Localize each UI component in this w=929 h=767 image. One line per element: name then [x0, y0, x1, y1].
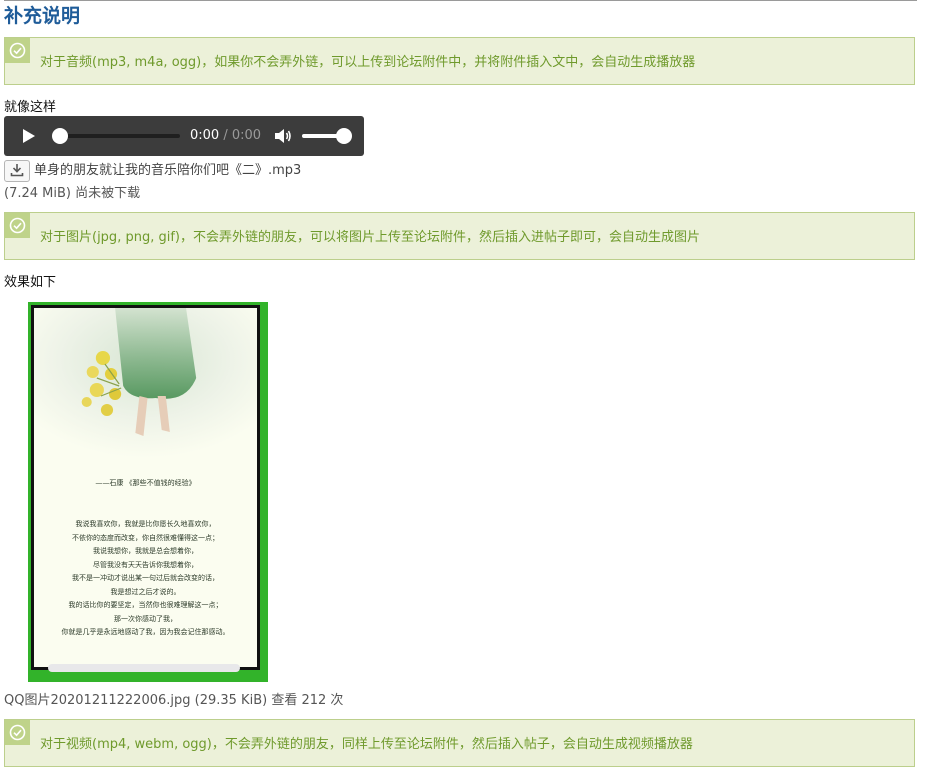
image-scrollbar	[48, 664, 240, 672]
poem-text: 我说我喜欢你，我就是比你愿长久地喜欢你， 不依你的态度而改变，你自然很难懂得这一…	[34, 518, 257, 640]
notice-audio-text: 对于音频(mp3, m4a, ogg)，如果你不会弄外链，可以上传到论坛附件中，…	[40, 55, 696, 70]
play-icon[interactable]	[22, 128, 36, 148]
download-icon	[10, 162, 24, 181]
section-heading: 补充说明	[4, 5, 81, 27]
volume-slider-handle[interactable]	[336, 128, 352, 144]
poem-line: 我是想过之后才说的。	[110, 587, 181, 596]
audio-example-label: 就像这样	[4, 100, 57, 115]
poem-line: 我说我喜欢你，我就是比你愿长久地喜欢你，	[75, 520, 216, 528]
progress-slider[interactable]	[60, 134, 180, 138]
check-circle-icon	[5, 38, 30, 63]
poem-line: 我说我想你，我就是总会想着你，	[93, 547, 198, 555]
attached-image[interactable]: ——石康 《那些不值钱的经验》 我说我喜欢你，我就是比你愿长久地喜欢你， 不依你…	[28, 302, 268, 682]
time-separator: /	[219, 128, 232, 143]
illustration-figure	[34, 308, 257, 458]
check-circle-icon	[5, 213, 30, 238]
attachment-meta: (7.24 MiB) 尚未被下载	[4, 186, 141, 201]
notice-image: 对于图片(jpg, png, gif)，不会弄外链的朋友，可以将图片上传至论坛附…	[4, 212, 915, 260]
image-border: ——石康 《那些不值钱的经验》 我说我喜欢你，我就是比你愿长久地喜欢你， 不依你…	[31, 305, 260, 670]
poem-line: 我的话比你的要坚定，当然你也很难理解这一点；	[68, 601, 223, 609]
check-circle-icon	[5, 720, 30, 745]
poem-line: 你就是几乎是永远地感动了我，因为我会记住那感动。	[61, 628, 230, 636]
attachment-file-name[interactable]: 单身的朋友就让我的音乐陪你们吧《二》.mp3	[34, 162, 301, 180]
duration: 0:00	[231, 128, 262, 143]
poem-line: 那一次你感动了我，	[114, 614, 177, 623]
poem-card: ——石康 《那些不值钱的经验》 我说我喜欢你，我就是比你愿长久地喜欢你， 不依你…	[34, 308, 257, 667]
poem-line: 尽管我没有天天告诉你我想着你，	[93, 560, 198, 569]
image-example-label: 效果如下	[4, 275, 57, 290]
notice-video-text: 对于视频(mp4, webm, ogg)，不会弄外链的朋友，同样上传至论坛附件，…	[40, 737, 693, 752]
notice-image-text: 对于图片(jpg, png, gif)，不会弄外链的朋友，可以将图片上传至论坛附…	[40, 230, 700, 245]
notice-audio: 对于音频(mp3, m4a, ogg)，如果你不会弄外链，可以上传到论坛附件中，…	[4, 37, 915, 85]
audio-player[interactable]: 0:00 / 0:00	[4, 116, 364, 156]
download-button[interactable]	[4, 160, 30, 182]
poem-line: 我不是一冲动才说出某一句过后就会改变的话，	[72, 574, 219, 582]
progress-slider-handle[interactable]	[52, 128, 68, 144]
top-divider	[4, 0, 917, 1]
image-caption: QQ图片20201211222006.jpg (29.35 KiB) 查看 21…	[4, 693, 344, 708]
volume-icon[interactable]	[274, 128, 292, 148]
current-time: 0:00	[190, 128, 220, 143]
poem-title: ——石康 《那些不值钱的经验》	[95, 479, 196, 487]
poem-line: 不依你的态度而改变，你自然很难懂得这一点；	[72, 533, 219, 542]
time-display: 0:00 / 0:00	[190, 127, 261, 145]
